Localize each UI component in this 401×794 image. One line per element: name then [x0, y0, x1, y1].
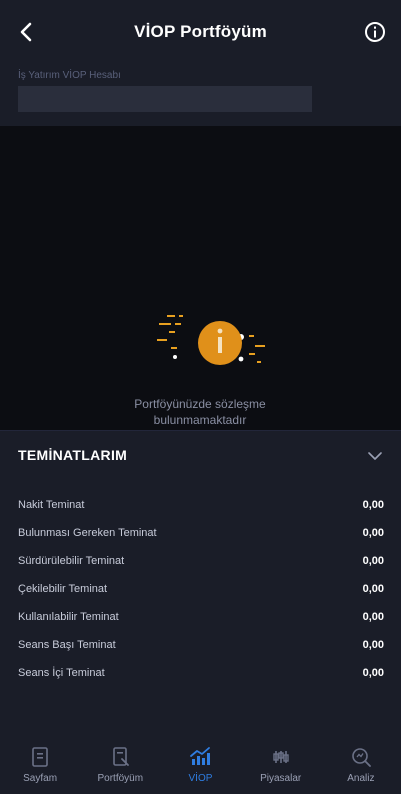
markets-icon — [272, 750, 289, 763]
back-button[interactable] — [12, 18, 40, 46]
collateral-row: Nakit Teminat 0,00 — [18, 491, 384, 519]
tab-analiz[interactable]: Analiz — [322, 745, 400, 784]
tab-viop[interactable]: VİOP — [161, 745, 239, 784]
collateral-label: Nakit Teminat — [18, 499, 85, 511]
collateral-value: 0,00 — [362, 499, 384, 511]
analysis-icon — [352, 747, 371, 767]
collateral-value: 0,00 — [362, 527, 384, 539]
info-button[interactable] — [361, 18, 389, 46]
collateral-label: Kullanılabilir Teminat — [18, 611, 119, 623]
account-section: İş Yatırım VİOP Hesabı — [0, 64, 401, 126]
collateral-panel: TEMİNATLARIM Nakit Teminat 0,00 Bulunması… — [0, 430, 401, 735]
tab-label: Portföyüm — [97, 772, 144, 784]
top-bar: VİOP Portföyüm — [0, 0, 401, 64]
collateral-label: Sürdürülebilir Teminat — [18, 555, 125, 567]
collateral-value: 0,00 — [362, 611, 384, 623]
collateral-row: Seans Başı Teminat 0,00 — [18, 631, 384, 659]
tab-label: Analiz — [347, 772, 375, 784]
chevron-down-icon[interactable] — [367, 449, 383, 463]
account-selector[interactable] — [18, 86, 312, 112]
viop-chart-icon — [190, 746, 211, 765]
page-title: VİOP Portföyüm — [134, 22, 267, 41]
collateral-row: Bulunması Gereken Teminat 0,00 — [18, 519, 384, 547]
tab-label: VİOP — [188, 772, 213, 784]
tab-label: Sayfam — [23, 772, 58, 784]
collateral-label: Çekilebilir Teminat — [18, 583, 108, 595]
collateral-label: Seans İçi Teminat — [18, 667, 105, 679]
portfolio-icon — [113, 746, 130, 766]
empty-portfolio-info-icon — [157, 315, 265, 365]
page-icon — [32, 746, 48, 767]
collateral-row: Çekilebilir Teminat 0,00 — [18, 575, 384, 603]
collateral-title: TEMİNATLARIM — [18, 447, 128, 463]
collateral-row: Kullanılabilir Teminat 0,00 — [18, 603, 384, 631]
collateral-row: Seans İçi Teminat 0,00 — [18, 659, 384, 687]
collateral-row: Sürdürülebilir Teminat 0,00 — [18, 547, 384, 575]
tab-piyasalar[interactable]: Piyasalar — [242, 745, 320, 784]
empty-state-message: Portföyünüzde sözleşme bulunmamaktadır — [134, 397, 266, 427]
chevron-left-icon — [20, 22, 32, 42]
tab-label: Piyasalar — [260, 772, 302, 784]
collateral-value: 0,00 — [362, 583, 384, 595]
collateral-list: Nakit Teminat 0,00 Bulunması Gereken Temi… — [18, 491, 384, 687]
collateral-label: Bulunması Gereken Teminat — [18, 527, 157, 539]
empty-state: Portföyünüzde sözleşme bulunmamaktadır — [0, 126, 401, 430]
collateral-label: Seans Başı Teminat — [18, 639, 116, 651]
bottom-tab-bar: Sayfam Portföyüm VİOP Piyasalar Analiz — [0, 734, 401, 794]
tab-portfoyum[interactable]: Portföyüm — [81, 745, 159, 784]
account-label: İş Yatırım VİOP Hesabı — [18, 70, 121, 81]
collateral-value: 0,00 — [362, 667, 384, 679]
tab-sayfam[interactable]: Sayfam — [1, 745, 79, 784]
collateral-value: 0,00 — [362, 555, 384, 567]
info-icon — [365, 22, 385, 42]
collateral-value: 0,00 — [362, 639, 384, 651]
